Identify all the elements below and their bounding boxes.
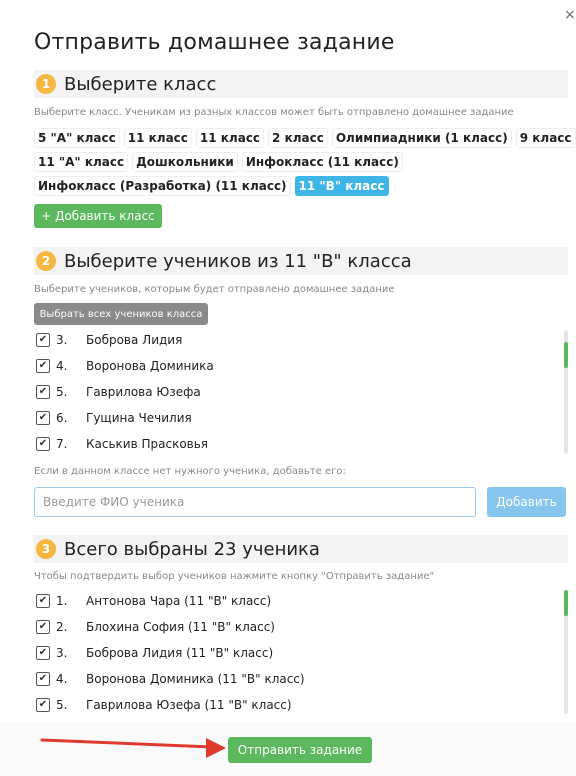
checkbox-checked-icon[interactable]: ✔	[36, 620, 50, 634]
class-chip[interactable]: 11 класс	[195, 128, 265, 148]
class-chip-selected[interactable]: 11 "В" класс	[294, 176, 389, 196]
step1-hint: Выберите класс. Ученикам из разных класс…	[34, 107, 514, 118]
student-number: 5.	[56, 385, 68, 399]
student-name: Боброва Лидия (11 "В" класс)	[86, 646, 274, 660]
scrollbar-thumb[interactable]	[564, 590, 568, 616]
step2-header: 2 Выберите учеников из 11 "В" класса	[34, 247, 568, 275]
student-list: ✔ 3. Боброва Лидия ✔ 4. Воронова Доминик…	[34, 327, 564, 457]
selected-student-row[interactable]: ✔ 2. Блохина София (11 "В" класс)	[34, 614, 564, 640]
selected-student-row[interactable]: ✔ 3. Боброва Лидия (11 "В" класс)	[34, 640, 564, 666]
checkbox-checked-icon[interactable]: ✔	[36, 359, 50, 373]
checkbox-checked-icon[interactable]: ✔	[36, 385, 50, 399]
student-number: 5.	[56, 698, 68, 712]
student-name: Воронова Доминика	[86, 359, 214, 373]
student-row[interactable]: ✔ 7. Каськив Прасковья	[34, 431, 564, 457]
checkbox-checked-icon[interactable]: ✔	[36, 594, 50, 608]
checkbox-checked-icon[interactable]: ✔	[36, 437, 50, 451]
add-class-button[interactable]: + Добавить класс	[34, 204, 162, 228]
step2-hint: Выберите учеников, которым будет отправл…	[34, 284, 395, 295]
student-name: Боброва Лидия	[86, 333, 183, 347]
scrollbar-thumb[interactable]	[564, 342, 568, 368]
checkbox-checked-icon[interactable]: ✔	[36, 672, 50, 686]
checkbox-checked-icon[interactable]: ✔	[36, 333, 50, 347]
student-row[interactable]: ✔ 3. Боброва Лидия	[34, 327, 564, 353]
student-row[interactable]: ✔ 6. Гущина Чечилия	[34, 405, 564, 431]
student-list-scrollbar[interactable]	[564, 330, 568, 454]
class-chip-list: 5 "А" класс 11 класс 11 класс 2 класс Олимпи…	[34, 127, 576, 199]
step3-hint: Чтобы подтвердить выбор учеников нажмите…	[34, 571, 435, 582]
student-name: Каськив Прасковья	[86, 437, 209, 451]
student-row[interactable]: ✔ 5. Гаврилова Юзефа	[34, 379, 564, 405]
selected-list-scrollbar[interactable]	[564, 590, 568, 714]
student-number: 7.	[56, 437, 68, 451]
student-name: Гущина Чечилия	[86, 411, 192, 425]
student-number: 2.	[56, 620, 68, 634]
class-chip[interactable]: Инфокласс (Разработка) (11 класс)	[34, 176, 291, 196]
selected-student-row[interactable]: ✔ 4. Воронова Доминика (11 "В" класс)	[34, 666, 564, 692]
student-name: Блохина София (11 "В" класс)	[86, 620, 275, 634]
class-chip[interactable]: 2 класс	[268, 128, 328, 148]
student-number: 6.	[56, 411, 68, 425]
step2-badge: 2	[36, 251, 56, 271]
class-chip[interactable]: 11 "А" класс	[34, 152, 129, 172]
class-chip[interactable]: Инфокласс (11 класс)	[241, 152, 403, 172]
step1-badge: 1	[36, 74, 56, 94]
checkbox-checked-icon[interactable]: ✔	[36, 411, 50, 425]
select-all-button[interactable]: Выбрать всех учеников класса	[34, 303, 208, 325]
step3-title: Всего выбраны 23 ученика	[64, 538, 320, 560]
step3-header: 3 Всего выбраны 23 ученика	[34, 535, 568, 563]
student-row[interactable]: ✔ 4. Воронова Доминика	[34, 353, 564, 379]
class-chip[interactable]: 5 "А" класс	[34, 128, 120, 148]
checkbox-checked-icon[interactable]: ✔	[36, 698, 50, 712]
student-number: 3.	[56, 333, 68, 347]
selected-student-list: ✔ 1. Антонова Чара (11 "В" класс) ✔ 2. Б…	[34, 588, 564, 718]
selected-student-row[interactable]: ✔ 5. Гаврилова Юзефа (11 "В" класс)	[34, 692, 564, 718]
step1-header: 1 Выберите класс	[34, 70, 568, 98]
send-homework-button[interactable]: Отправить задание	[228, 737, 372, 763]
student-number: 3.	[56, 646, 68, 660]
checkbox-checked-icon[interactable]: ✔	[36, 646, 50, 660]
step1-title: Выберите класс	[64, 73, 217, 95]
add-student-hint: Если в данном классе нет нужного ученика…	[34, 466, 346, 477]
student-name: Гаврилова Юзефа (11 "В" класс)	[86, 698, 292, 712]
student-name: Воронова Доминика (11 "В" класс)	[86, 672, 305, 686]
student-name: Гаврилова Юзефа	[86, 385, 201, 399]
step2-title: Выберите учеников из 11 "В" класса	[64, 250, 412, 272]
class-chip[interactable]: Олимпиадники (1 класс)	[331, 128, 512, 148]
class-chip[interactable]: Дошкольники	[132, 152, 238, 172]
dialog-title: Отправить домашнее задание	[34, 30, 395, 55]
step3-badge: 3	[36, 539, 56, 559]
student-name-input[interactable]: Введите ФИО ученика	[34, 487, 476, 517]
selected-student-row[interactable]: ✔ 1. Антонова Чара (11 "В" класс)	[34, 588, 564, 614]
student-name: Антонова Чара (11 "В" класс)	[86, 594, 272, 608]
student-number: 4.	[56, 359, 68, 373]
class-chip[interactable]: 9 класс	[515, 128, 576, 148]
student-number: 1.	[56, 594, 68, 608]
class-chip[interactable]: 11 класс	[123, 128, 192, 148]
student-number: 4.	[56, 672, 68, 686]
add-student-button[interactable]: Добавить	[487, 487, 566, 517]
red-arrow-icon	[40, 738, 226, 758]
close-icon[interactable]: ×	[564, 8, 576, 22]
